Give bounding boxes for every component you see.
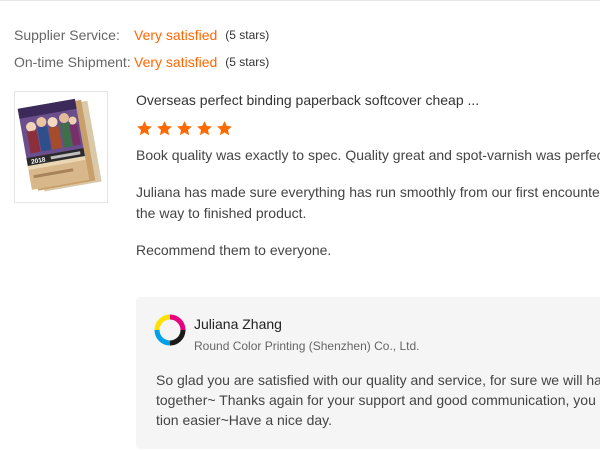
star-icon <box>177 121 192 136</box>
rating-label: On-time Shipment: <box>14 54 131 70</box>
rating-stars-text: (5 stars) <box>225 28 270 42</box>
rating-value: Very satisfied <box>134 54 218 70</box>
supplier-service-rating: Supplier Service: Very satisfied (5 star… <box>14 25 269 45</box>
star-icon <box>197 121 212 136</box>
review-body: Overseas perfect binding paperback softc… <box>136 90 600 261</box>
review-paragraph-line: the way to finished product. <box>136 205 307 221</box>
star-icon <box>157 121 172 136</box>
star-icon <box>217 121 232 136</box>
rating-label: Supplier Service: <box>14 27 120 43</box>
star-icon <box>137 121 152 136</box>
book-cover-image: 2018 <box>15 92 107 202</box>
review-paragraph: Juliana has made sure everything has run… <box>136 184 600 200</box>
reply-line: together~ Thanks again for your support … <box>156 392 600 408</box>
review-text: Book quality was exactly to spec. Qualit… <box>136 145 600 261</box>
reply-line: So glad you are satisfied with our quali… <box>156 372 600 388</box>
review-paragraph: Recommend them to everyone. <box>136 242 332 258</box>
supplier-reply: Juliana Zhang Round Color Printing (Shen… <box>136 297 600 449</box>
rating-value: Very satisfied <box>134 27 218 43</box>
reply-author: Juliana Zhang <box>194 316 282 332</box>
product-thumbnail[interactable]: 2018 <box>14 91 108 203</box>
divider <box>0 0 600 1</box>
review-card: Supplier Service: Very satisfied (5 star… <box>0 0 600 450</box>
review-paragraph: Book quality was exactly to spec. Qualit… <box>136 147 600 163</box>
reply-text: So glad you are satisfied with our quali… <box>156 370 600 430</box>
supplier-logo-icon <box>154 314 186 346</box>
reply-company[interactable]: Round Color Printing (Shenzhen) Co., Ltd… <box>194 339 419 353</box>
rating-stars-text: (5 stars) <box>225 55 270 69</box>
star-rating <box>136 120 600 138</box>
product-title-link[interactable]: Overseas perfect binding paperback softc… <box>136 90 600 110</box>
on-time-shipment-rating: On-time Shipment: Very satisfied (5 star… <box>14 52 269 72</box>
reply-line: tion easier~Have a nice day. <box>156 412 333 428</box>
